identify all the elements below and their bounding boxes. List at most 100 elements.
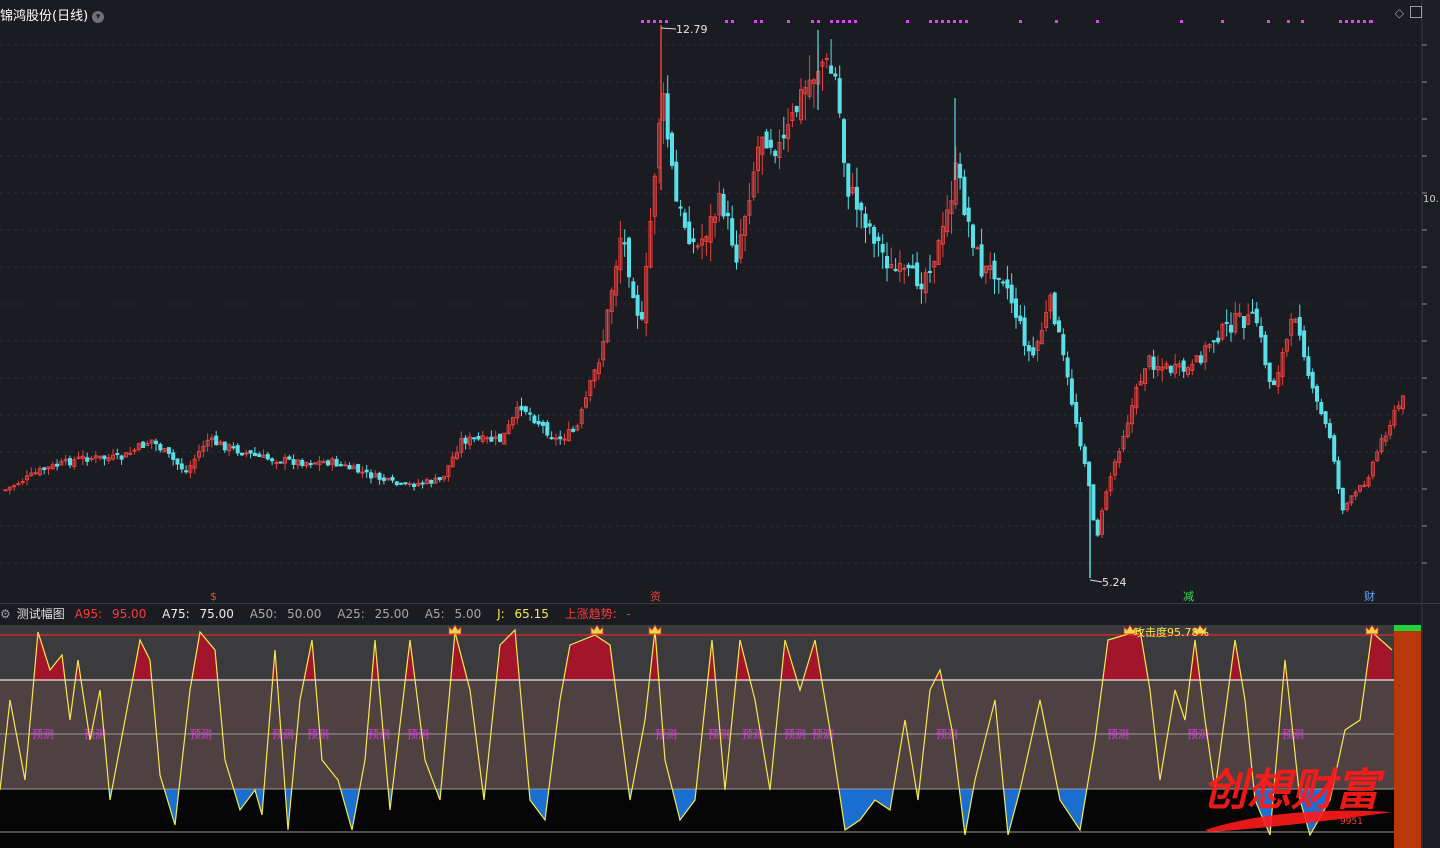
candle-body	[863, 213, 868, 228]
candle-body	[631, 281, 636, 299]
candle-body	[338, 464, 343, 467]
candle-body	[764, 131, 769, 149]
candle-body	[541, 421, 545, 426]
low-price-label: 5.24	[1102, 576, 1127, 589]
candle-body	[1005, 279, 1010, 289]
candle-body	[308, 463, 313, 466]
candle-body	[485, 437, 490, 440]
candle-body	[102, 455, 107, 460]
signal-dot	[929, 20, 932, 23]
candle-body	[794, 105, 799, 113]
signal-dot	[817, 20, 820, 23]
candle-body	[545, 422, 550, 436]
signal-dot	[1357, 20, 1360, 23]
forecast-signal-label: 预测	[368, 728, 390, 741]
signal-dot	[647, 20, 650, 23]
signal-dot	[760, 20, 763, 23]
candle-body	[725, 212, 730, 217]
candle-body	[1297, 317, 1302, 336]
candle-body	[403, 482, 408, 485]
candle-body	[854, 186, 859, 210]
candle-body	[42, 467, 47, 471]
signal-dot	[935, 20, 938, 23]
candle-body	[1241, 316, 1246, 329]
settings-icon[interactable]: ⚙	[0, 607, 11, 621]
signal-dot	[731, 20, 734, 23]
candle-body	[1198, 355, 1203, 364]
event-marker-reduce[interactable]: 减	[1183, 590, 1194, 603]
signal-dot	[1363, 20, 1366, 23]
signal-dot	[941, 20, 944, 23]
candle-body	[300, 459, 305, 466]
candle-body	[1057, 320, 1061, 333]
signal-dot	[848, 20, 851, 23]
candle-body	[1254, 308, 1259, 324]
forecast-signal-label: 预测	[84, 728, 106, 741]
candle-body	[846, 163, 851, 197]
restore-window-icon[interactable]	[1410, 6, 1422, 18]
candle-body	[364, 469, 369, 473]
candle-body	[407, 483, 412, 486]
candle-body	[1306, 356, 1311, 376]
signal-dot	[965, 20, 968, 23]
candle-body	[695, 245, 700, 248]
candle-body	[549, 437, 554, 440]
candle-body	[721, 193, 726, 217]
candle-body	[519, 405, 524, 411]
signal-dot	[854, 20, 857, 23]
candle-body	[1091, 484, 1096, 521]
signal-dot	[1019, 20, 1022, 23]
candle-body	[622, 242, 627, 245]
high-price-label: 12.79	[676, 23, 708, 36]
candle-body	[257, 453, 262, 458]
candle-body	[85, 457, 90, 462]
candle-body	[1323, 411, 1328, 425]
candle-body	[1263, 334, 1268, 366]
axis-price-label: 10.	[1423, 194, 1439, 205]
candle-body	[463, 437, 468, 444]
candle-body	[966, 207, 971, 222]
forecast-signal-label: 预测	[1107, 728, 1129, 741]
candle-body	[536, 420, 541, 425]
candle-body	[476, 435, 481, 440]
signal-dot	[830, 20, 833, 23]
candle-body	[20, 480, 25, 483]
candle-body	[962, 176, 967, 215]
candle-body	[360, 471, 365, 474]
chart-title[interactable]: 锦鸿股份(日线) ▾	[0, 5, 105, 24]
signal-dot	[641, 20, 644, 23]
candle-body	[1259, 326, 1264, 338]
event-marker-dollar[interactable]: $	[210, 590, 217, 603]
watermark-text: 创想财富	[1203, 765, 1385, 816]
candle-body	[992, 260, 997, 280]
candle-body	[829, 65, 834, 74]
candle-body	[678, 206, 683, 209]
candle-body	[1267, 362, 1272, 382]
signal-dot	[725, 20, 728, 23]
candle-body	[837, 78, 842, 114]
main-chart-area[interactable]	[0, 0, 1422, 603]
signal-dot	[1287, 20, 1290, 23]
candle-body	[214, 435, 219, 446]
candle-body	[571, 428, 576, 432]
indicator-legend[interactable]: ⚙ 测试幅图 A95: 95.00 A75: 75.00 A50: 50.00 A…	[0, 605, 643, 622]
diamond-icon[interactable]: ◇	[1395, 6, 1404, 20]
candle-body	[222, 441, 227, 451]
candle-body	[1332, 435, 1337, 462]
event-marker-partial[interactable]: 资	[650, 590, 661, 603]
candle-body	[175, 458, 180, 465]
candle-body	[872, 226, 877, 244]
candle-body	[16, 483, 21, 486]
candle-body	[902, 267, 907, 270]
chevron-down-icon[interactable]: ▾	[92, 11, 105, 23]
signal-dot	[842, 20, 845, 23]
signal-dot	[1221, 20, 1224, 23]
candle-body	[489, 436, 494, 442]
candle-body	[231, 446, 236, 449]
attack-degree-label: 攻击度95.78%	[1134, 625, 1209, 639]
candle-body	[674, 161, 679, 202]
candle-body	[1302, 330, 1307, 358]
event-marker-finance[interactable]: 财	[1364, 589, 1375, 603]
candle-body	[141, 441, 146, 449]
forecast-signal-label: 预测	[32, 728, 54, 741]
